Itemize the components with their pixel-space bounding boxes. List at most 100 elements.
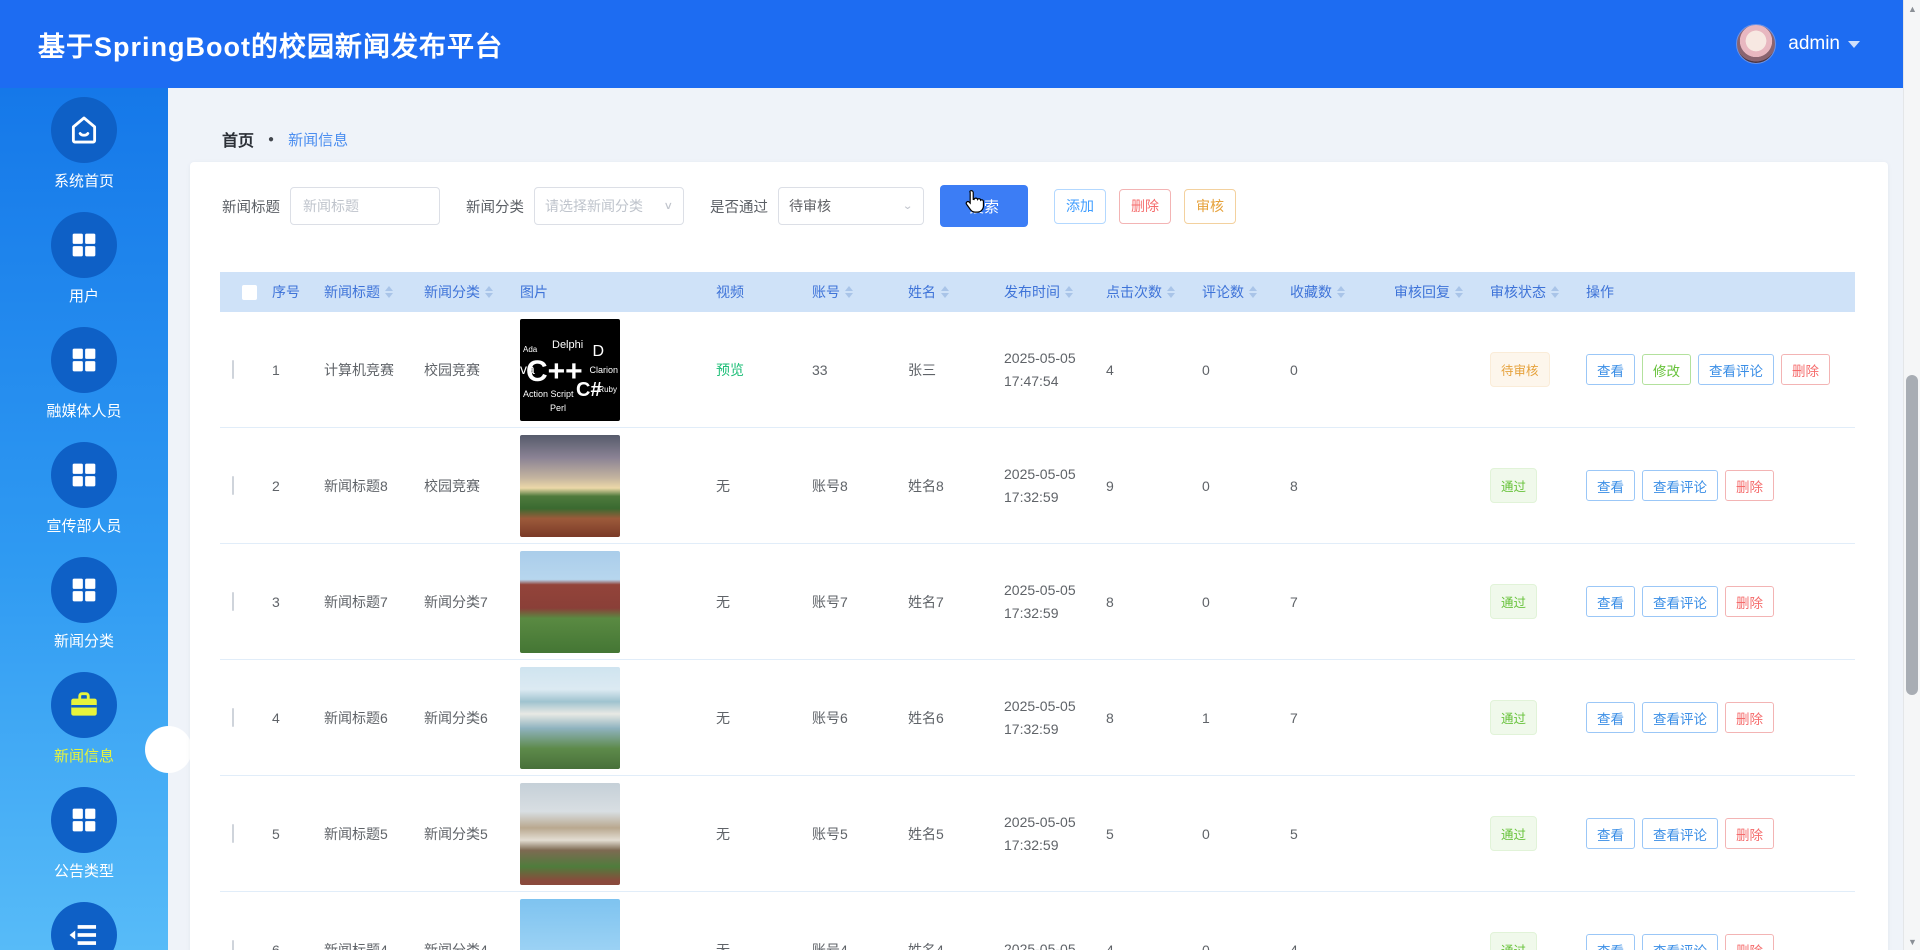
sort-asc-icon[interactable]	[1249, 286, 1257, 291]
sidebar-item-宣传部人员[interactable]: 宣传部人员	[0, 433, 168, 548]
查看评论-button[interactable]: 查看评论	[1642, 934, 1718, 950]
category-filter-label: 新闻分类	[466, 199, 524, 216]
sort-desc-icon[interactable]	[1337, 293, 1345, 298]
sort-desc-icon[interactable]	[1455, 293, 1463, 298]
sort-asc-icon[interactable]	[845, 286, 853, 291]
user-name[interactable]: admin	[1788, 33, 1840, 55]
audit-button[interactable]: 审核	[1184, 188, 1236, 224]
sort-icon[interactable]	[1337, 286, 1345, 298]
sort-desc-icon[interactable]	[1551, 293, 1559, 298]
sort-asc-icon[interactable]	[1065, 286, 1073, 291]
sort-icon[interactable]	[1455, 286, 1463, 298]
修改-button[interactable]: 修改	[1642, 354, 1691, 385]
删除-button[interactable]: 删除	[1725, 934, 1774, 950]
查看-button[interactable]: 查看	[1586, 702, 1635, 733]
cell-checkbox	[220, 823, 262, 843]
sort-icon[interactable]	[845, 286, 853, 298]
cell-account: 账号7	[812, 593, 848, 610]
row-checkbox[interactable]	[232, 359, 234, 379]
column-header-label: 评论数	[1202, 284, 1244, 300]
查看-button[interactable]: 查看	[1586, 470, 1635, 501]
查看-button[interactable]: 查看	[1586, 818, 1635, 849]
cell-video: 无	[706, 476, 802, 496]
cell-actions: 查看查看评论删除	[1576, 702, 1855, 733]
row-checkbox[interactable]	[232, 475, 234, 495]
查看-button[interactable]: 查看	[1586, 354, 1635, 385]
sort-asc-icon[interactable]	[941, 286, 949, 291]
row-checkbox[interactable]	[232, 823, 234, 843]
删除-button[interactable]: 删除	[1725, 702, 1774, 733]
sidebar-item-bottom[interactable]	[0, 893, 168, 950]
user-menu[interactable]: admin	[1736, 24, 1860, 64]
sort-desc-icon[interactable]	[385, 293, 393, 298]
row-checkbox[interactable]	[232, 591, 234, 611]
delete-button[interactable]: 删除	[1119, 188, 1171, 224]
sort-desc-icon[interactable]	[941, 293, 949, 298]
avatar[interactable]	[1736, 24, 1777, 64]
删除-button[interactable]: 删除	[1725, 470, 1774, 501]
sort-icon[interactable]	[941, 286, 949, 298]
sort-desc-icon[interactable]	[845, 293, 853, 298]
scroll-down-arrow[interactable]: ▼	[1904, 933, 1920, 950]
page-scrollbar[interactable]: ▲ ▼	[1903, 0, 1920, 950]
video-preview-link[interactable]: 预览	[716, 362, 744, 378]
sort-asc-icon[interactable]	[1455, 286, 1463, 291]
cell-clicks: 8	[1106, 709, 1114, 726]
sidebar-item-系统首页[interactable]: 系统首页	[0, 88, 168, 203]
row-checkbox[interactable]	[232, 939, 234, 950]
status-badge: 通过	[1490, 468, 1538, 503]
cell-comments: 0	[1202, 941, 1210, 950]
删除-button[interactable]: 删除	[1725, 818, 1774, 849]
pass-filter-label: 是否通过	[710, 199, 768, 216]
category-filter-select[interactable]: 请选择新闻分类 ∨	[534, 187, 684, 225]
cell-audit-status: 通过	[1480, 816, 1576, 851]
查看评论-button[interactable]: 查看评论	[1642, 470, 1718, 501]
sort-desc-icon[interactable]	[485, 293, 493, 298]
row-checkbox[interactable]	[232, 707, 234, 727]
sort-asc-icon[interactable]	[1551, 286, 1559, 291]
sort-icon[interactable]	[385, 286, 393, 298]
add-button[interactable]: 添加	[1054, 188, 1106, 224]
sort-asc-icon[interactable]	[385, 286, 393, 291]
sidebar-item-公告类型[interactable]: 公告类型	[0, 778, 168, 893]
sort-icon[interactable]	[1065, 286, 1073, 298]
column-header-label: 图片	[520, 284, 548, 300]
sort-desc-icon[interactable]	[1065, 293, 1073, 298]
cell-name: 张三	[908, 361, 936, 378]
publish-date: 2025-05-05	[1004, 697, 1076, 714]
sort-icon[interactable]	[1249, 286, 1257, 298]
select-all-checkbox[interactable]	[242, 284, 257, 300]
查看评论-button[interactable]: 查看评论	[1642, 818, 1718, 849]
news-image	[520, 898, 620, 950]
sort-asc-icon[interactable]	[1167, 286, 1175, 291]
sort-icon[interactable]	[1167, 286, 1175, 298]
sidebar-item-新闻分类[interactable]: 新闻分类	[0, 548, 168, 663]
cell-clicks: 5	[1106, 825, 1114, 842]
sidebar-item-用户[interactable]: 用户	[0, 203, 168, 318]
sort-asc-icon[interactable]	[1337, 286, 1345, 291]
sidebar-item-新闻信息[interactable]: 新闻信息	[0, 663, 168, 778]
column-header-label: 审核状态	[1490, 284, 1546, 300]
查看评论-button[interactable]: 查看评论	[1698, 354, 1774, 385]
查看评论-button[interactable]: 查看评论	[1642, 702, 1718, 733]
breadcrumb-home[interactable]: 首页	[222, 127, 254, 151]
sort-icon[interactable]	[1551, 286, 1559, 298]
scroll-up-arrow[interactable]: ▲	[1904, 0, 1920, 17]
sort-desc-icon[interactable]	[1167, 293, 1175, 298]
删除-button[interactable]: 删除	[1725, 586, 1774, 617]
table-row: 5 新闻标题5 新闻分类5 无 账号5 姓名5 2025-05-05 17:32:59 5 0 5 通…	[220, 776, 1855, 892]
sidebar-item-融媒体人员[interactable]: 融媒体人员	[0, 318, 168, 433]
status-badge: 通过	[1490, 816, 1538, 851]
删除-button[interactable]: 删除	[1781, 354, 1830, 385]
查看-button[interactable]: 查看	[1586, 586, 1635, 617]
查看-button[interactable]: 查看	[1586, 934, 1635, 950]
sort-asc-icon[interactable]	[485, 286, 493, 291]
sort-desc-icon[interactable]	[1249, 293, 1257, 298]
column-header-label: 发布时间	[1004, 284, 1060, 300]
table-row: 4 新闻标题6 新闻分类6 无 账号6 姓名6 2025-05-05 17:32:59 8 1 7 通…	[220, 660, 1855, 776]
sort-icon[interactable]	[485, 286, 493, 298]
pass-filter-select[interactable]: 待审核 ⌄	[778, 187, 924, 225]
查看评论-button[interactable]: 查看评论	[1642, 586, 1718, 617]
scrollbar-thumb[interactable]	[1906, 375, 1918, 695]
title-filter-input[interactable]	[290, 187, 440, 225]
